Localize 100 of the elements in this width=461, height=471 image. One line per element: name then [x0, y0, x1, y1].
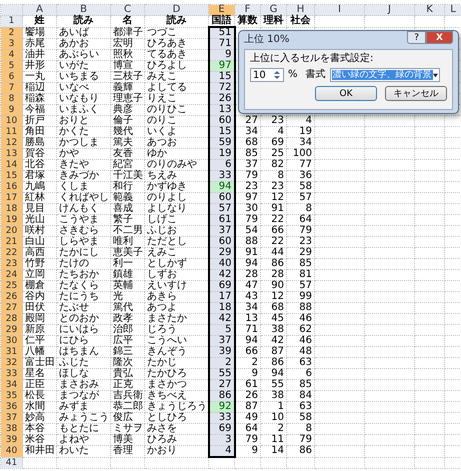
row-header[interactable]: 36 — [0, 402, 22, 412]
table-cell: 富士田 — [22, 358, 56, 368]
table-cell: 三枝子 — [110, 72, 144, 82]
row-header[interactable]: 12 — [0, 138, 22, 148]
row-header[interactable]: 9 — [0, 104, 22, 116]
row-header[interactable]: 2 — [0, 27, 22, 38]
column-header[interactable]: F — [234, 4, 260, 16]
row-header[interactable]: 4 — [0, 50, 22, 60]
row-header[interactable]: 41 — [0, 457, 22, 468]
table-cell: 博宣 — [110, 60, 144, 72]
column-header[interactable]: J — [364, 4, 414, 16]
table-cell: くればやし — [56, 192, 110, 204]
column-header[interactable]: L — [444, 4, 461, 16]
prompt-text: 上位に入るセルを書式設定: — [250, 54, 374, 64]
column-header[interactable]: I — [314, 4, 364, 16]
row-header[interactable]: 31 — [0, 346, 22, 358]
row-header[interactable]: 27 — [0, 302, 22, 314]
table-cell: 90 — [260, 280, 286, 292]
row-header[interactable]: 10 — [0, 116, 22, 126]
row-header[interactable]: 29 — [0, 324, 22, 336]
table-cell: 34 — [234, 126, 260, 138]
row-header[interactable]: 20 — [0, 226, 22, 236]
column-header[interactable]: A — [22, 4, 56, 16]
table-cell: 42 — [208, 270, 234, 280]
table-cell: 47 — [234, 280, 260, 292]
table-cell: 広平 — [110, 336, 144, 346]
row-header[interactable]: 24 — [0, 270, 22, 280]
row-header[interactable]: 5 — [0, 60, 22, 72]
column-header[interactable]: B — [56, 4, 110, 16]
column-header[interactable]: G — [260, 4, 286, 16]
table-cell: 94 — [260, 368, 286, 380]
table-cell: たちおか — [56, 270, 110, 280]
row-header[interactable]: 17 — [0, 192, 22, 204]
row-header[interactable]: 15 — [0, 170, 22, 182]
column-header[interactable]: K — [414, 4, 444, 16]
row-header[interactable]: 3 — [0, 38, 22, 50]
row-header[interactable]: 21 — [0, 236, 22, 248]
table-cell: 29 — [286, 248, 314, 258]
row-header[interactable]: 16 — [0, 182, 22, 192]
row-header[interactable]: 25 — [0, 280, 22, 292]
table-cell: 2 — [260, 424, 286, 434]
row-header[interactable]: 40 — [0, 446, 22, 457]
row-header[interactable]: 6 — [0, 72, 22, 82]
table-cell: 86 — [260, 258, 286, 270]
row-header[interactable]: 23 — [0, 258, 22, 270]
table-cell: おりと — [56, 116, 110, 126]
table-cell: とのおか — [56, 314, 110, 324]
row-header[interactable]: 34 — [0, 380, 22, 390]
table-cell: 25 — [260, 148, 286, 160]
table-cell: 3 — [208, 434, 234, 446]
spinner-icon[interactable] — [273, 70, 281, 80]
table-cell: 91 — [260, 204, 286, 214]
column-header[interactable]: H — [286, 4, 314, 16]
table-cell: 14 — [260, 446, 286, 457]
cancel-button[interactable]: キャンセル — [385, 86, 447, 101]
row-header[interactable]: 22 — [0, 248, 22, 258]
close-button[interactable]: X — [426, 31, 453, 44]
rank-field[interactable]: 10 — [250, 68, 284, 82]
row-header[interactable]: 32 — [0, 358, 22, 368]
row-header[interactable]: 28 — [0, 314, 22, 324]
table-cell: 勝島 — [22, 138, 56, 148]
row-header[interactable]: 39 — [0, 434, 22, 446]
header-cell: 読み — [144, 16, 208, 27]
caret-icon — [432, 72, 438, 78]
row-header[interactable]: 18 — [0, 204, 22, 214]
column-header[interactable]: C — [110, 4, 144, 16]
row-header[interactable]: 33 — [0, 368, 22, 380]
format-dropdown[interactable]: 濃い緑の文字、緑の背景 — [330, 68, 440, 82]
table-cell: 八幡 — [22, 346, 56, 358]
help-button[interactable]: ? — [407, 31, 426, 44]
row-header[interactable]: 30 — [0, 336, 22, 346]
row-header[interactable]: 35 — [0, 390, 22, 402]
table-cell: 赤尾 — [22, 38, 56, 50]
table-cell: 79 — [234, 214, 260, 226]
table-cell: 23 — [286, 236, 314, 248]
row-header[interactable]: 14 — [0, 160, 22, 170]
ok-button[interactable]: OK — [315, 86, 377, 101]
table-cell: 49 — [234, 412, 260, 424]
table-cell: 4 — [208, 446, 234, 457]
table-cell: 白山 — [22, 236, 56, 248]
row-header[interactable]: 11 — [0, 126, 22, 138]
table-cell: 棚倉 — [22, 280, 56, 292]
row-header[interactable]: 13 — [0, 148, 22, 160]
table-cell: さきむら — [56, 226, 110, 236]
table-cell: 治郎 — [110, 324, 144, 336]
table-cell: 58 — [286, 412, 314, 424]
row-header[interactable]: 26 — [0, 292, 22, 302]
table-cell: たぶせ — [56, 302, 110, 314]
table-cell: 42 — [208, 314, 234, 324]
column-header[interactable]: E — [208, 4, 234, 16]
row-header[interactable]: 38 — [0, 424, 22, 434]
row-header[interactable]: 19 — [0, 214, 22, 226]
column-header[interactable]: D — [144, 4, 208, 16]
row-header[interactable]: 37 — [0, 412, 22, 424]
row-header[interactable]: 1 — [0, 16, 22, 27]
row-header[interactable]: 7 — [0, 82, 22, 94]
table-cell: 27 — [208, 380, 234, 390]
table-cell: きたや — [56, 160, 110, 170]
row-header[interactable]: 8 — [0, 94, 22, 104]
table-cell: まさおみ — [56, 380, 110, 390]
